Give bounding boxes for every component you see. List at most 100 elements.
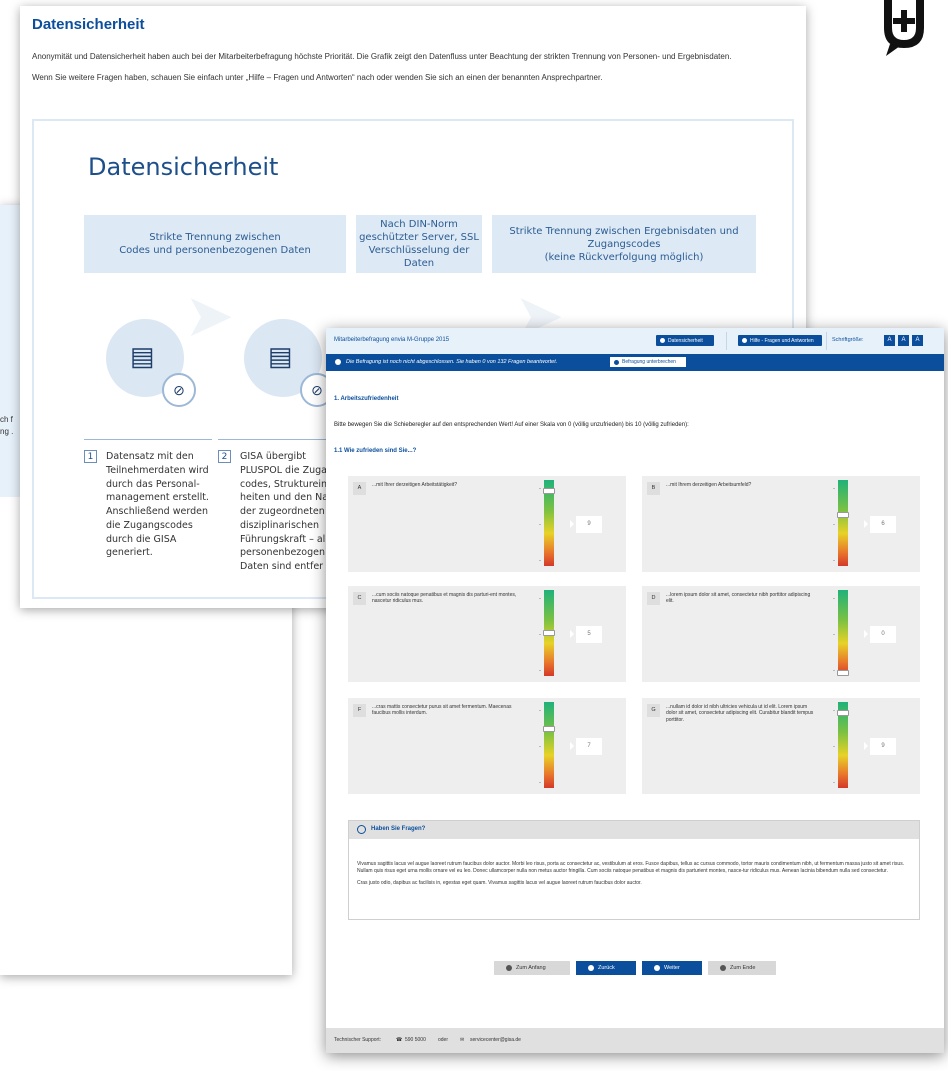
go-to-end-button[interactable]: Zum Ende <box>708 961 776 975</box>
support-footer: Technischer Support: ☎ 590 5000 oder ✉ s… <box>326 1028 944 1053</box>
slider-handle[interactable] <box>837 670 849 676</box>
rating-value: 9 <box>576 516 602 533</box>
slider-handle[interactable] <box>543 726 555 732</box>
step-line: der zugeordneten <box>240 506 325 518</box>
slider-tick <box>833 560 835 561</box>
question-panel: G ...nullam id dolor id nibh ultricies ve… <box>642 698 920 794</box>
faq-body: Vivamus sagittis lacus vel augue laoreet… <box>357 861 913 886</box>
go-to-start-button[interactable]: Zum Anfang <box>494 961 570 975</box>
slider-tick <box>539 524 541 525</box>
help-icon <box>742 338 747 343</box>
arrow-left-icon <box>588 965 594 971</box>
value-pointer <box>864 742 868 750</box>
phone-icon: ☎ <box>396 1037 403 1043</box>
slider-tick <box>833 670 835 671</box>
step-line: codes, Strukturein <box>240 478 328 490</box>
rating-slider-track[interactable] <box>838 480 848 566</box>
faq-header[interactable]: Haben Sie Fragen? <box>349 821 919 839</box>
step-number: 1 <box>84 450 97 463</box>
slider-tick <box>539 634 541 635</box>
or-text: oder <box>438 1037 449 1043</box>
pause-icon <box>614 359 619 365</box>
support-phone[interactable]: 590 5000 <box>405 1037 426 1043</box>
text-fragment: ch f <box>0 415 13 424</box>
button-label: Hilfe - Fragen und Antworten <box>750 337 814 344</box>
question-letter: C <box>353 592 366 605</box>
button-label: Zum Ende <box>730 965 756 971</box>
slider-tick <box>833 782 835 783</box>
question-text: ...cras mattis consectetur purus sit ame… <box>372 704 512 717</box>
rating-slider-track[interactable] <box>544 702 554 788</box>
support-email[interactable]: servicecenter@gisa.de <box>470 1037 521 1043</box>
slider-handle[interactable] <box>837 710 849 716</box>
button-label: Weiter <box>664 965 680 971</box>
support-label: Technischer Support: <box>334 1037 381 1043</box>
question-letter: B <box>647 482 660 495</box>
info-box-line: Verschlüsselung der Daten <box>368 245 470 269</box>
slider-handle[interactable] <box>543 630 555 636</box>
step-line: GISA übergibt <box>240 451 306 462</box>
value-pointer <box>570 630 574 638</box>
step2-description: GISA übergibt PLUSPOL die Zuga codes, St… <box>240 450 328 574</box>
next-button[interactable]: Weiter <box>642 961 702 975</box>
step-line: personenbezogen <box>240 547 325 559</box>
subsection-title: 1.1 Wie zufrieden sind Sie...? <box>334 448 417 454</box>
step-line: die Zugangscodes <box>106 519 193 531</box>
slider-tick <box>833 634 835 635</box>
chat-bubble-icon <box>357 825 366 834</box>
divider <box>84 439 212 440</box>
info-box-line: geschützter Server, SSL <box>359 232 479 243</box>
slider-tick <box>833 710 835 711</box>
font-size-large-button[interactable]: A <box>912 335 923 346</box>
separator <box>726 332 727 350</box>
step-line: durch das Personal- <box>106 478 200 490</box>
flow-arrow-icon: ➤ <box>184 282 235 349</box>
slider-tick <box>833 488 835 489</box>
help-faq-button[interactable]: Hilfe - Fragen und Antworten <box>738 335 822 346</box>
skip-forward-icon <box>720 965 726 971</box>
step1-description: Datensatz mit den Teilnehmerdaten wird d… <box>106 450 209 560</box>
pause-survey-button[interactable]: Befragung unterbrechen <box>610 357 686 367</box>
back-button[interactable]: Zurück <box>576 961 636 975</box>
question-letter: G <box>647 704 660 717</box>
step-line: Datensatz mit den <box>106 451 194 462</box>
rating-slider-track[interactable] <box>838 590 848 676</box>
survey-title: Mitarbeiterbefragung envia M-Gruppe 2015 <box>334 337 450 343</box>
intro-text: Anonymität und Datensicherheit haben auc… <box>32 52 732 61</box>
button-label: Zum Anfang <box>516 965 546 971</box>
step-line: disziplinarischen <box>240 519 320 531</box>
question-letter: D <box>647 592 660 605</box>
slider-tick <box>833 524 835 525</box>
slider-tick <box>539 746 541 747</box>
value-pointer <box>570 742 574 750</box>
info-box-code-separation: Strikte Trennung zwischen Codes und perso… <box>84 215 346 273</box>
arrow-right-icon <box>654 965 660 971</box>
step-line: durch die GISA <box>106 533 177 545</box>
info-icon <box>660 338 665 343</box>
info-box-line: Nach DIN-Norm <box>380 219 458 230</box>
rating-value: 5 <box>576 626 602 643</box>
value-pointer <box>570 520 574 528</box>
rating-value: 0 <box>870 626 896 643</box>
hidden-eye-icon: ⊘ <box>162 373 196 407</box>
step-line: generiert. <box>106 547 153 559</box>
question-text: ...mit Ihrem derzeitigen Arbeitsumfeld? <box>666 482 752 488</box>
slider-handle[interactable] <box>837 512 849 518</box>
graphic-title: Datensicherheit <box>88 153 279 181</box>
step-line: management erstellt. <box>106 492 209 504</box>
datensicherheit-button[interactable]: Datensicherheit <box>656 335 714 346</box>
font-size-medium-button[interactable]: A <box>898 335 909 346</box>
button-label: Befragung unterbrechen <box>622 359 676 365</box>
step-line: Führungskraft – al <box>240 533 326 545</box>
survey-header: Mitarbeiterbefragung envia M-Gruppe 2015… <box>326 328 944 354</box>
slider-tick <box>539 560 541 561</box>
question-letter: F <box>353 704 366 717</box>
value-pointer <box>864 520 868 528</box>
faq-panel: Haben Sie Fragen? Vivamus sagittis lacus… <box>348 820 920 920</box>
info-box-line: Strikte Trennung zwischen <box>149 232 281 243</box>
font-size-small-button[interactable]: A <box>884 335 895 346</box>
step1-illustration: ▤ ⊘ <box>106 319 196 407</box>
slider-handle[interactable] <box>543 488 555 494</box>
info-box-line: Strikte Trennung zwischen Ergebnisdaten … <box>509 225 739 250</box>
presentation-collage: ch f ng . Datensicherheit Anonymität und… <box>0 0 948 1071</box>
